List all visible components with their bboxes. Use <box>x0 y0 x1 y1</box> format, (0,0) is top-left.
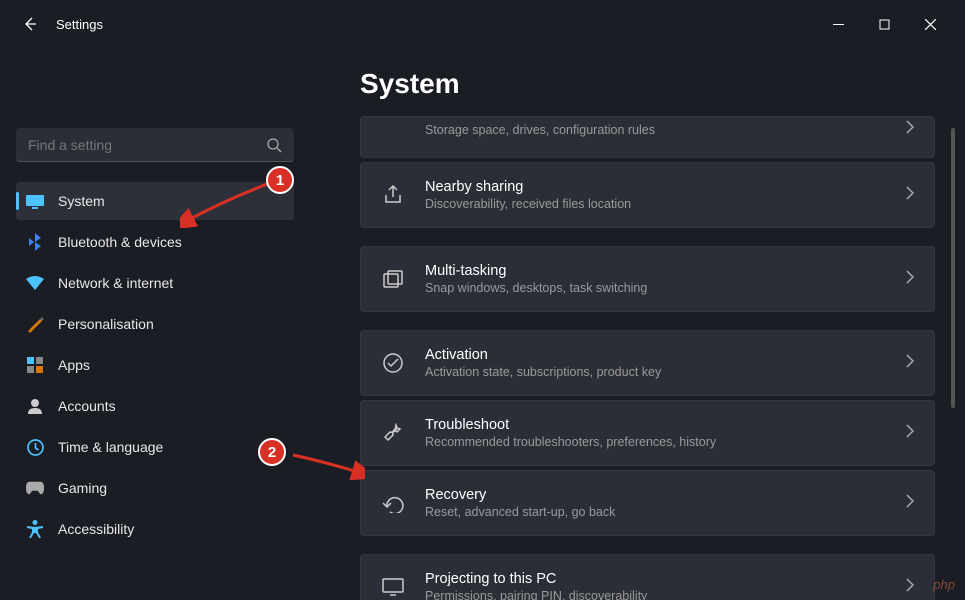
maximize-icon <box>879 19 890 30</box>
watermark: php <box>933 577 955 592</box>
card-title: Multi-tasking <box>425 263 906 279</box>
window-controls <box>815 8 953 40</box>
accessibility-icon <box>26 520 44 538</box>
time-icon <box>26 438 44 456</box>
setting-card-recovery[interactable]: Recovery Reset, advanced start-up, go ba… <box>360 470 935 536</box>
chevron-right-icon <box>906 424 914 443</box>
chevron-right-icon <box>906 354 914 373</box>
personalisation-icon <box>26 315 44 333</box>
card-desc: Reset, advanced start-up, go back <box>425 505 906 519</box>
card-title: Troubleshoot <box>425 417 906 433</box>
search-box[interactable] <box>16 128 294 162</box>
sidebar-item-label: Gaming <box>58 480 107 496</box>
activation-icon <box>381 351 405 375</box>
chevron-right-icon <box>906 578 914 597</box>
system-icon <box>26 192 44 210</box>
card-desc: Snap windows, desktops, task switching <box>425 281 906 295</box>
minimize-icon <box>833 19 844 30</box>
arrow-left-icon <box>22 16 38 32</box>
annotation-badge-1: 1 <box>266 166 294 194</box>
storage-icon <box>381 117 405 141</box>
bluetooth-icon <box>26 233 44 251</box>
apps-icon <box>26 356 44 374</box>
accounts-icon <box>26 397 44 415</box>
chevron-right-icon <box>906 494 914 513</box>
card-desc: Recommended troubleshooters, preferences… <box>425 435 906 449</box>
sidebar-item-label: Bluetooth & devices <box>58 234 182 250</box>
setting-card-storage[interactable]: Storage space, drives, configuration rul… <box>360 116 935 158</box>
chevron-right-icon <box>906 120 914 139</box>
back-button[interactable] <box>12 6 48 42</box>
setting-card-nearby-sharing[interactable]: Nearby sharing Discoverability, received… <box>360 162 935 228</box>
sidebar-item-gaming[interactable]: Gaming <box>16 469 294 507</box>
sidebar-item-label: Accounts <box>58 398 116 414</box>
scrollbar[interactable] <box>951 128 955 570</box>
chevron-right-icon <box>906 186 914 205</box>
sidebar-item-label: Network & internet <box>58 275 173 291</box>
sidebar-item-bluetooth[interactable]: Bluetooth & devices <box>16 223 294 261</box>
annotation-arrow-2 <box>290 450 365 480</box>
gaming-icon <box>26 479 44 497</box>
search-icon <box>266 137 282 153</box>
setting-card-multitasking[interactable]: Multi-tasking Snap windows, desktops, ta… <box>360 246 935 312</box>
sidebar-item-apps[interactable]: Apps <box>16 346 294 384</box>
card-desc: Storage space, drives, configuration rul… <box>425 123 906 137</box>
setting-card-troubleshoot[interactable]: Troubleshoot Recommended troubleshooters… <box>360 400 935 466</box>
projecting-icon <box>381 575 405 599</box>
close-button[interactable] <box>907 8 953 40</box>
troubleshoot-icon <box>381 421 405 445</box>
recovery-icon <box>381 491 405 515</box>
page-title: System <box>360 68 935 100</box>
maximize-button[interactable] <box>861 8 907 40</box>
sidebar-item-label: Personalisation <box>58 316 154 332</box>
close-icon <box>925 19 936 30</box>
card-title: Recovery <box>425 487 906 503</box>
sidebar-item-time[interactable]: Time & language <box>16 428 294 466</box>
scrollbar-thumb[interactable] <box>951 128 955 408</box>
minimize-button[interactable] <box>815 8 861 40</box>
sidebar-item-personalisation[interactable]: Personalisation <box>16 305 294 343</box>
main-panel: System Storage space, drives, configurat… <box>310 48 965 600</box>
sidebar-item-accounts[interactable]: Accounts <box>16 387 294 425</box>
nav-list: System Bluetooth & devices Network & int… <box>16 182 294 548</box>
card-desc: Permissions, pairing PIN, discoverabilit… <box>425 589 906 600</box>
sidebar-item-label: Time & language <box>58 439 163 455</box>
sidebar-item-label: System <box>58 193 105 209</box>
card-title: Nearby sharing <box>425 179 906 195</box>
sidebar-item-network[interactable]: Network & internet <box>16 264 294 302</box>
sidebar-item-accessibility[interactable]: Accessibility <box>16 510 294 548</box>
annotation-badge-2: 2 <box>258 438 286 466</box>
search-input[interactable] <box>28 137 266 153</box>
card-title: Projecting to this PC <box>425 571 906 587</box>
titlebar: Settings <box>0 0 965 48</box>
setting-card-activation[interactable]: Activation Activation state, subscriptio… <box>360 330 935 396</box>
chevron-right-icon <box>906 270 914 289</box>
multitask-icon <box>381 267 405 291</box>
sidebar: System Bluetooth & devices Network & int… <box>0 48 310 600</box>
sidebar-item-label: Apps <box>58 357 90 373</box>
card-title: Activation <box>425 347 906 363</box>
annotation-arrow-1 <box>180 178 275 228</box>
card-desc: Discoverability, received files location <box>425 197 906 211</box>
setting-card-projecting[interactable]: Projecting to this PC Permissions, pairi… <box>360 554 935 600</box>
sidebar-item-label: Accessibility <box>58 521 134 537</box>
network-icon <box>26 274 44 292</box>
card-desc: Activation state, subscriptions, product… <box>425 365 906 379</box>
share-icon <box>381 183 405 207</box>
window-title: Settings <box>56 17 103 32</box>
